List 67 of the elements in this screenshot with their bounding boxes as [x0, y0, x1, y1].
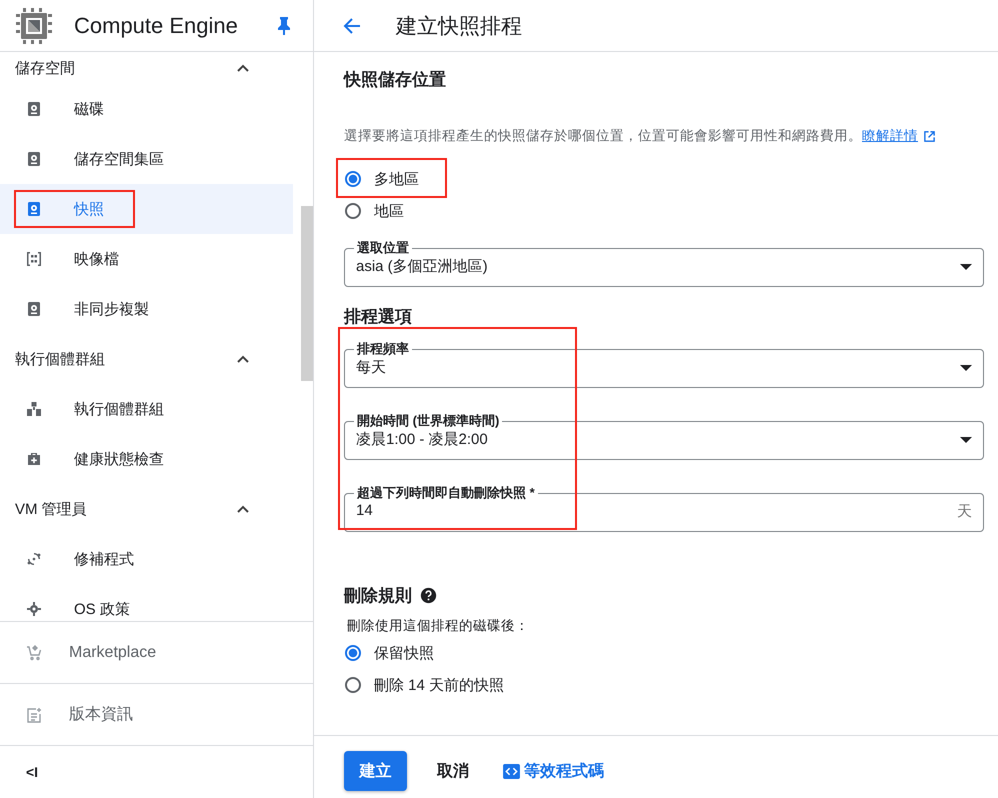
radio-label: 刪除 14 天前的快照: [374, 676, 504, 694]
create-button[interactable]: 建立: [344, 751, 407, 791]
dropdown-arrow-icon: [960, 365, 972, 371]
boxes-icon: [26, 401, 42, 417]
section-heading: 快照儲存位置: [344, 69, 447, 91]
radio-button[interactable]: [345, 677, 361, 693]
section-heading: 刪除規則: [344, 585, 412, 607]
gear-icon: [26, 601, 42, 617]
cancel-button[interactable]: 取消: [423, 752, 483, 790]
field-label: 選取位置: [356, 241, 410, 255]
description-text: 選擇要將這項排程產生的快照儲存於哪個位置，位置可能會影響可用性和網路費用。: [344, 127, 862, 145]
nav-item[interactable]: OS 政策: [0, 584, 293, 621]
footer-nav-item[interactable]: Marketplace: [0, 622, 313, 684]
location-select[interactable]: 選取位置 asia (多個亞洲地區): [344, 241, 984, 287]
back-arrow-icon[interactable]: [342, 16, 362, 36]
nav-item[interactable]: 儲存空間集區: [0, 134, 293, 184]
nav-group-label: 執行個體群組: [15, 350, 106, 368]
nav-group-label: 儲存空間: [15, 58, 76, 78]
nav-item[interactable]: 健康狀態檢查: [0, 434, 293, 484]
field-label: 超過下列時間即自動刪除快照 *: [356, 486, 536, 500]
field-value: 14: [356, 502, 374, 519]
footer-nav-item[interactable]: 版本資訊: [0, 684, 313, 746]
scrollbar-thumb[interactable]: [301, 206, 313, 381]
nav-item[interactable]: 磁碟: [0, 84, 293, 134]
radio-button[interactable]: [345, 645, 361, 661]
radio-label: 多地區: [374, 170, 419, 188]
field-value: asia (多個亞洲地區): [356, 257, 489, 276]
nav-group-label: VM 管理員: [15, 500, 88, 518]
notes-icon: [26, 706, 42, 722]
radio-label: 保留快照: [374, 644, 434, 662]
medkit-icon: [26, 451, 42, 467]
bracket-icon: [26, 251, 42, 267]
nav-item[interactable]: 快照: [0, 184, 293, 234]
deletion-prompt: 刪除使用這個排程的磁碟後：: [347, 617, 530, 635]
dropdown-arrow-icon: [960, 264, 972, 270]
radio-button[interactable]: [345, 171, 361, 187]
nav-item[interactable]: 非同步複製: [0, 284, 293, 334]
radio-label: 地區: [374, 202, 404, 220]
schedule-select[interactable]: 排程頻率 每天: [344, 342, 984, 388]
learn-more-link[interactable]: 瞭解詳情: [862, 127, 918, 145]
equivalent-code-link[interactable]: 等效程式碼: [524, 760, 604, 782]
schedule-select[interactable]: 開始時間 (世界標準時間) 凌晨1:00 - 凌晨2:00: [344, 414, 984, 460]
product-title: Compute Engine: [74, 12, 239, 38]
field-label: 開始時間 (世界標準時間): [356, 414, 500, 428]
nav-item[interactable]: 修補程式: [0, 534, 293, 584]
collapse-button[interactable]: <I: [26, 764, 38, 780]
field-label: 排程頻率: [356, 342, 410, 356]
radio-button[interactable]: [345, 203, 361, 219]
nav-item[interactable]: 映像檔: [0, 234, 293, 284]
help-icon[interactable]: [420, 587, 437, 604]
nav-item[interactable]: 執行個體群組: [0, 384, 293, 434]
field-value: 每天: [356, 358, 387, 377]
section-heading: 排程選項: [344, 306, 413, 328]
chip-icon: [14, 6, 54, 46]
external-link-icon: [923, 130, 936, 142]
caret-up-icon[interactable]: [237, 505, 249, 513]
dropdown-arrow-icon: [960, 437, 972, 443]
caret-up-icon[interactable]: [237, 64, 249, 72]
field-value: 凌晨1:00 - 凌晨2:00: [356, 430, 489, 449]
pin-icon[interactable]: [277, 16, 291, 36]
unit-suffix: 天: [957, 502, 972, 521]
caret-up-icon[interactable]: [237, 355, 249, 363]
page-title: 建立快照排程: [396, 14, 522, 40]
cart-icon: [26, 644, 42, 660]
retention-field[interactable]: 超過下列時間即自動刪除快照 * 14 天: [344, 486, 984, 532]
code-icon: [503, 764, 520, 778]
cycle-icon: [26, 551, 42, 567]
